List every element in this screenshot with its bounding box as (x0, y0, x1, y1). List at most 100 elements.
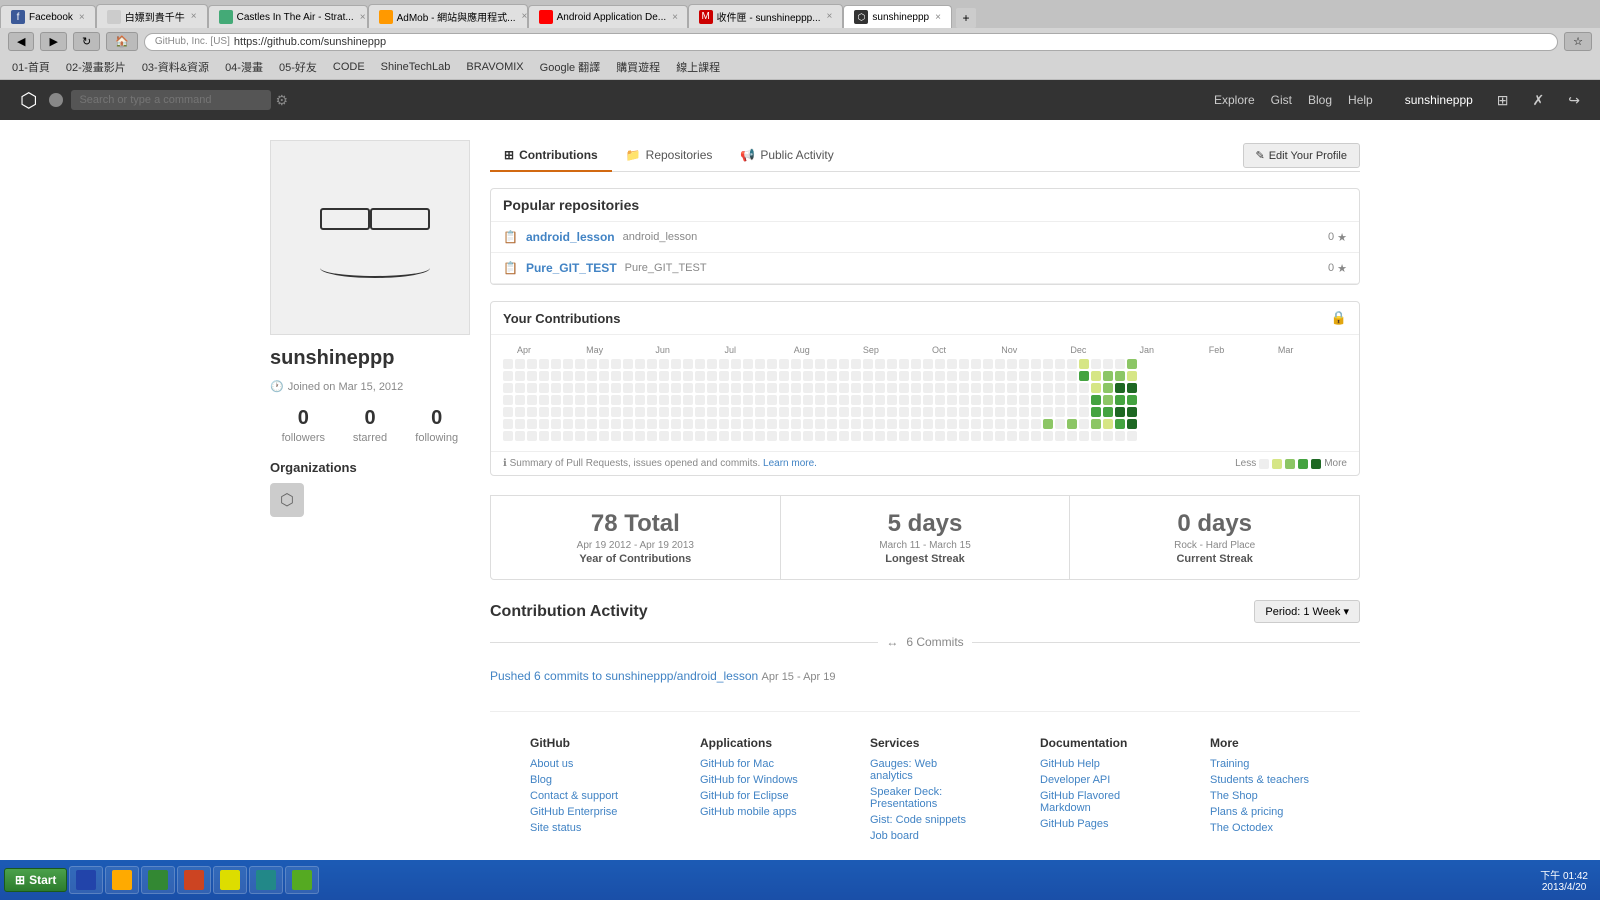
day-cell (779, 419, 789, 429)
tab-contributions[interactable]: ⊞ Contributions (490, 140, 612, 172)
tab-admob[interactable]: AdMob - 網站與應用程式... × (368, 4, 528, 28)
nav-icon-3[interactable]: ↪ (1568, 92, 1580, 109)
new-tab-button[interactable]: + (956, 8, 976, 28)
explore-link[interactable]: Explore (1214, 93, 1255, 107)
edit-profile-button[interactable]: ✎ Edit Your Profile (1243, 143, 1361, 168)
bookmark-1[interactable]: 01-首頁 (8, 58, 54, 76)
footer-gauges[interactable]: Gauges: Web analytics (870, 758, 980, 782)
day-cell (623, 419, 633, 429)
footer-pages[interactable]: GitHub Pages (1040, 818, 1150, 830)
gear-icon[interactable]: ⚙ (275, 92, 288, 109)
day-cell (599, 407, 609, 417)
taskbar-item-5[interactable] (213, 866, 247, 894)
starred-label[interactable]: starred (353, 432, 387, 444)
back-button[interactable]: ◀ (8, 32, 34, 51)
taskbar-item-6[interactable] (249, 866, 283, 894)
search-input[interactable] (71, 90, 271, 110)
tab-repositories[interactable]: 📁 Repositories (612, 140, 727, 172)
following-label[interactable]: following (415, 432, 458, 444)
day-cell (1007, 383, 1017, 393)
tab-android[interactable]: Android Application De... × (528, 5, 688, 28)
tab-gmail[interactable]: M 收件匣 - sunshineppp... × (688, 4, 844, 28)
repo-link-git[interactable]: Pure_GIT_TEST (526, 261, 617, 275)
footer-status[interactable]: Site status (530, 822, 640, 834)
footer-blog[interactable]: Blog (530, 774, 640, 786)
tab-castles[interactable]: Castles In The Air - Strat... × (208, 5, 368, 28)
tab-icon-6: M (699, 10, 713, 24)
footer-app-mac[interactable]: GitHub for Mac (700, 758, 810, 770)
day-cell (935, 431, 945, 441)
bookmark-11[interactable]: 線上課程 (672, 58, 724, 76)
commit-link[interactable]: Pushed 6 commits to sunshineppp/android_… (490, 669, 758, 683)
footer-shop[interactable]: The Shop (1210, 790, 1320, 802)
footer-plans[interactable]: Plans & pricing (1210, 806, 1320, 818)
taskbar-item-7[interactable] (285, 866, 319, 894)
tab-bai-piao[interactable]: 白嫖到貴千牛 × (96, 4, 208, 28)
footer-training[interactable]: Training (1210, 758, 1320, 770)
tab-github[interactable]: ⬡ sunshineppp × (843, 5, 952, 28)
bookmark-5[interactable]: 05-好友 (275, 58, 321, 76)
footer-jobboard[interactable]: Job board (870, 830, 980, 842)
popular-repos-title: Popular repositories (491, 189, 1359, 222)
footer-enterprise[interactable]: GitHub Enterprise (530, 806, 640, 818)
tab-public-activity[interactable]: 📢 Public Activity (726, 140, 847, 172)
followers-label[interactable]: followers (282, 432, 325, 444)
footer-about[interactable]: About us (530, 758, 640, 770)
day-cell (887, 431, 897, 441)
forward-button[interactable]: ▶ (40, 32, 66, 51)
month-nov: Nov (1001, 345, 1070, 355)
day-cell (923, 359, 933, 369)
bookmark-10[interactable]: 購買遊程 (612, 58, 664, 76)
footer-devapi[interactable]: Developer API (1040, 774, 1150, 786)
bookmark-6[interactable]: CODE (329, 60, 369, 74)
home-button[interactable]: 🏠 (106, 32, 138, 51)
bookmark-9[interactable]: Google 翻譯 (536, 58, 605, 76)
footer-speakerdeck[interactable]: Speaker Deck: Presentations (870, 786, 980, 810)
taskbar-item-4[interactable] (177, 866, 211, 894)
learn-more-link[interactable]: Learn more. (763, 458, 817, 469)
github-logo[interactable]: ⬡ (20, 88, 37, 113)
day-cell (851, 371, 861, 381)
org-icon[interactable]: ⬡ (270, 483, 304, 517)
tab-close-3[interactable]: × (360, 12, 366, 23)
blog-link[interactable]: Blog (1308, 93, 1332, 107)
bookmark-7[interactable]: ShineTechLab (377, 60, 455, 74)
day-cell (983, 407, 993, 417)
footer-contact[interactable]: Contact & support (530, 790, 640, 802)
period-button[interactable]: Period: 1 Week ▾ (1254, 600, 1360, 623)
taskbar-item-2[interactable] (105, 866, 139, 894)
footer-students[interactable]: Students & teachers (1210, 774, 1320, 786)
nav-icon-2[interactable]: ✗ (1533, 92, 1545, 109)
star-button[interactable]: ☆ (1564, 32, 1592, 51)
tab-close-4[interactable]: × (522, 11, 528, 22)
taskbar-item-1[interactable] (69, 866, 103, 894)
footer-app-win[interactable]: GitHub for Windows (700, 774, 810, 786)
bookmark-4[interactable]: 04-漫畫 (221, 58, 267, 76)
bookmark-8[interactable]: BRAVOMIX (462, 60, 527, 74)
day-cell (575, 359, 585, 369)
footer-markdown[interactable]: GitHub Flavored Markdown (1040, 790, 1150, 814)
nav-icon-1[interactable]: ⊞ (1497, 92, 1509, 109)
start-button[interactable]: ⊞ Start (4, 868, 67, 892)
repo-link-android[interactable]: android_lesson (526, 230, 615, 244)
footer-help[interactable]: GitHub Help (1040, 758, 1150, 770)
bookmark-3[interactable]: 03-資料&資源 (138, 58, 213, 76)
day-cell (839, 371, 849, 381)
footer-octodex[interactable]: The Octodex (1210, 822, 1320, 834)
tab-close-5[interactable]: × (672, 12, 678, 23)
url-box[interactable]: GitHub, Inc. [US] https://github.com/sun… (144, 33, 1558, 51)
bookmark-2[interactable]: 02-漫畫影片 (62, 58, 130, 76)
tab-close-6[interactable]: × (827, 11, 833, 22)
help-link[interactable]: Help (1348, 93, 1373, 107)
footer-gist[interactable]: Gist: Code snippets (870, 814, 980, 826)
taskbar-item-3[interactable] (141, 866, 175, 894)
tab-facebook[interactable]: f Facebook × (0, 5, 96, 28)
day-cell (947, 431, 957, 441)
refresh-button[interactable]: ↻ (73, 32, 100, 51)
footer-app-eclipse[interactable]: GitHub for Eclipse (700, 790, 810, 802)
tab-close-2[interactable]: × (191, 11, 197, 22)
gist-link[interactable]: Gist (1271, 93, 1292, 107)
footer-app-mobile[interactable]: GitHub mobile apps (700, 806, 810, 818)
tab-close-7[interactable]: × (935, 12, 941, 23)
tab-close-facebook[interactable]: × (79, 12, 85, 23)
